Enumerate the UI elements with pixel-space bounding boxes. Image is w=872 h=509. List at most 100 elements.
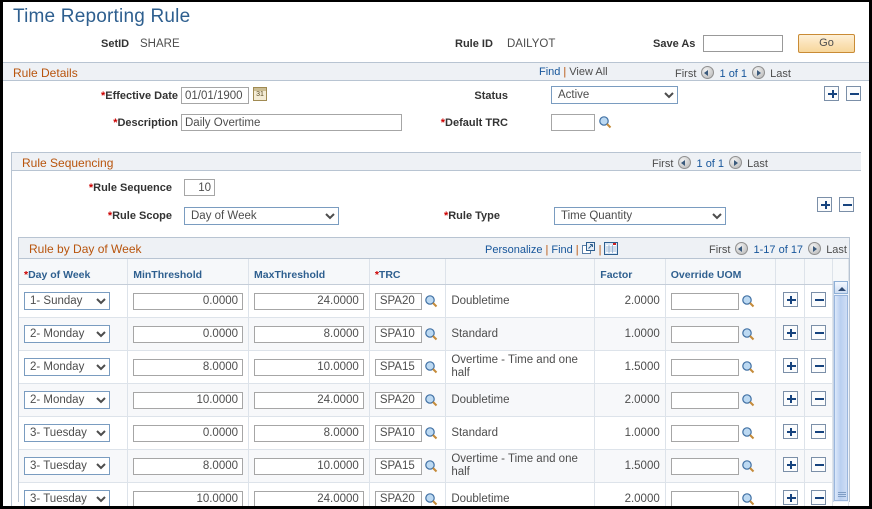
min-threshold-input[interactable] — [133, 490, 244, 506]
min-threshold-input[interactable] — [133, 325, 244, 343]
day-of-week-select[interactable]: 1- Sunday2- Monday3- Tuesday4- Wednesday… — [24, 325, 110, 343]
delete-row-button[interactable] — [810, 358, 826, 373]
trc-input[interactable] — [374, 391, 422, 409]
save-as-input[interactable] — [703, 35, 783, 52]
column-header-factor[interactable]: Factor — [594, 259, 666, 285]
delete-row-button-rule-details[interactable] — [846, 86, 861, 101]
delete-row-button[interactable] — [810, 424, 826, 439]
trc-input[interactable] — [374, 292, 422, 310]
grid-vertical-scrollbar[interactable] — [833, 281, 849, 502]
day-of-week-select[interactable]: 1- Sunday2- Monday3- Tuesday4- Wednesday… — [24, 292, 110, 310]
column-header-trc[interactable]: *TRC — [369, 259, 447, 285]
trc-lookup-icon[interactable] — [424, 327, 438, 341]
add-row-button[interactable] — [782, 490, 798, 505]
trc-lookup-icon[interactable] — [424, 492, 438, 506]
add-row-button[interactable] — [782, 457, 798, 472]
day-of-week-select[interactable]: 1- Sunday2- Monday3- Tuesday4- Wednesday… — [24, 358, 110, 376]
trc-input[interactable] — [374, 424, 422, 442]
delete-row-button[interactable] — [810, 457, 826, 472]
next-page-icon[interactable] — [808, 242, 822, 255]
column-header-day-of-week[interactable]: *Day of Week — [19, 259, 129, 285]
last-label[interactable]: Last — [826, 244, 847, 256]
go-button[interactable]: Go — [798, 34, 855, 53]
override-uom-lookup-icon[interactable] — [741, 393, 755, 407]
override-uom-input[interactable] — [670, 325, 739, 343]
status-select[interactable]: ActiveInactive — [551, 86, 678, 104]
first-label[interactable]: First — [675, 68, 696, 80]
rule-sequence-input[interactable] — [184, 179, 215, 196]
override-uom-input[interactable] — [670, 358, 739, 376]
last-label[interactable]: Last — [747, 158, 768, 170]
add-row-button[interactable] — [782, 358, 798, 373]
trc-lookup-icon[interactable] — [424, 294, 438, 308]
max-threshold-input[interactable] — [254, 358, 364, 376]
override-uom-input[interactable] — [670, 391, 739, 409]
override-uom-lookup-icon[interactable] — [741, 426, 755, 440]
add-row-button-rule-sequencing[interactable] — [817, 197, 832, 212]
default-trc-input[interactable] — [551, 114, 595, 131]
trc-input[interactable] — [374, 457, 422, 475]
scrollbar-thumb[interactable] — [834, 295, 848, 501]
rule-scope-select[interactable]: Day of WeekWeekPeriod — [184, 207, 339, 225]
override-uom-input[interactable] — [670, 424, 739, 442]
view-all-link[interactable]: View All — [569, 66, 607, 78]
delete-row-button[interactable] — [810, 391, 826, 406]
previous-page-icon[interactable] — [701, 66, 715, 79]
override-uom-input[interactable] — [670, 292, 739, 310]
day-of-week-select[interactable]: 1- Sunday2- Monday3- Tuesday4- Wednesday… — [24, 490, 110, 506]
trc-input[interactable] — [374, 325, 422, 343]
add-row-button[interactable] — [782, 391, 798, 406]
column-header-max-threshold[interactable]: MaxThreshold — [248, 259, 370, 285]
override-uom-input[interactable] — [670, 490, 739, 506]
max-threshold-input[interactable] — [254, 325, 364, 343]
expand-icon[interactable] — [581, 242, 596, 255]
day-of-week-select[interactable]: 1- Sunday2- Monday3- Tuesday4- Wednesday… — [24, 424, 110, 442]
previous-page-icon[interactable] — [735, 242, 749, 255]
trc-lookup-icon[interactable] — [424, 426, 438, 440]
find-link[interactable]: Find — [551, 244, 572, 256]
first-label[interactable]: First — [709, 244, 730, 256]
trc-lookup-icon[interactable] — [424, 393, 438, 407]
delete-row-button[interactable] — [810, 292, 826, 307]
day-of-week-select[interactable]: 1- Sunday2- Monday3- Tuesday4- Wednesday… — [24, 457, 110, 475]
last-label[interactable]: Last — [770, 68, 791, 80]
delete-row-button[interactable] — [810, 325, 826, 340]
trc-input[interactable] — [374, 490, 422, 506]
day-of-week-select[interactable]: 1- Sunday2- Monday3- Tuesday4- Wednesday… — [24, 391, 110, 409]
first-label[interactable]: First — [652, 158, 673, 170]
personalize-link[interactable]: Personalize — [485, 244, 542, 256]
min-threshold-input[interactable] — [133, 457, 244, 475]
add-row-button[interactable] — [782, 424, 798, 439]
next-page-icon[interactable] — [752, 66, 766, 79]
next-page-icon[interactable] — [729, 156, 743, 169]
max-threshold-input[interactable] — [254, 391, 364, 409]
max-threshold-input[interactable] — [254, 292, 364, 310]
trc-input[interactable] — [374, 358, 422, 376]
trc-lookup-icon[interactable] — [424, 360, 438, 374]
delete-row-button-rule-sequencing[interactable] — [839, 197, 854, 212]
override-uom-lookup-icon[interactable] — [741, 459, 755, 473]
max-threshold-input[interactable] — [254, 424, 364, 442]
scroll-up-icon[interactable] — [834, 281, 848, 294]
max-threshold-input[interactable] — [254, 490, 364, 506]
column-header-override-uom[interactable]: Override UOM — [665, 259, 777, 285]
default-trc-lookup-icon[interactable] — [598, 115, 612, 129]
description-input[interactable] — [181, 114, 402, 131]
calendar-icon[interactable]: 31 — [253, 87, 267, 101]
override-uom-lookup-icon[interactable] — [741, 327, 755, 341]
max-threshold-input[interactable] — [254, 457, 364, 475]
min-threshold-input[interactable] — [133, 292, 244, 310]
min-threshold-input[interactable] — [133, 358, 244, 376]
add-row-button-rule-details[interactable] — [824, 86, 839, 101]
override-uom-lookup-icon[interactable] — [741, 360, 755, 374]
column-header-min-threshold[interactable]: MinThreshold — [127, 259, 250, 285]
override-uom-input[interactable] — [670, 457, 739, 475]
previous-page-icon[interactable] — [678, 156, 692, 169]
trc-lookup-icon[interactable] — [424, 459, 438, 473]
download-spreadsheet-icon[interactable] — [604, 242, 619, 255]
rule-type-select[interactable]: Time QuantityTime Category — [554, 207, 726, 225]
min-threshold-input[interactable] — [133, 424, 244, 442]
add-row-button[interactable] — [782, 325, 798, 340]
find-link[interactable]: Find — [539, 66, 560, 78]
override-uom-lookup-icon[interactable] — [741, 294, 755, 308]
